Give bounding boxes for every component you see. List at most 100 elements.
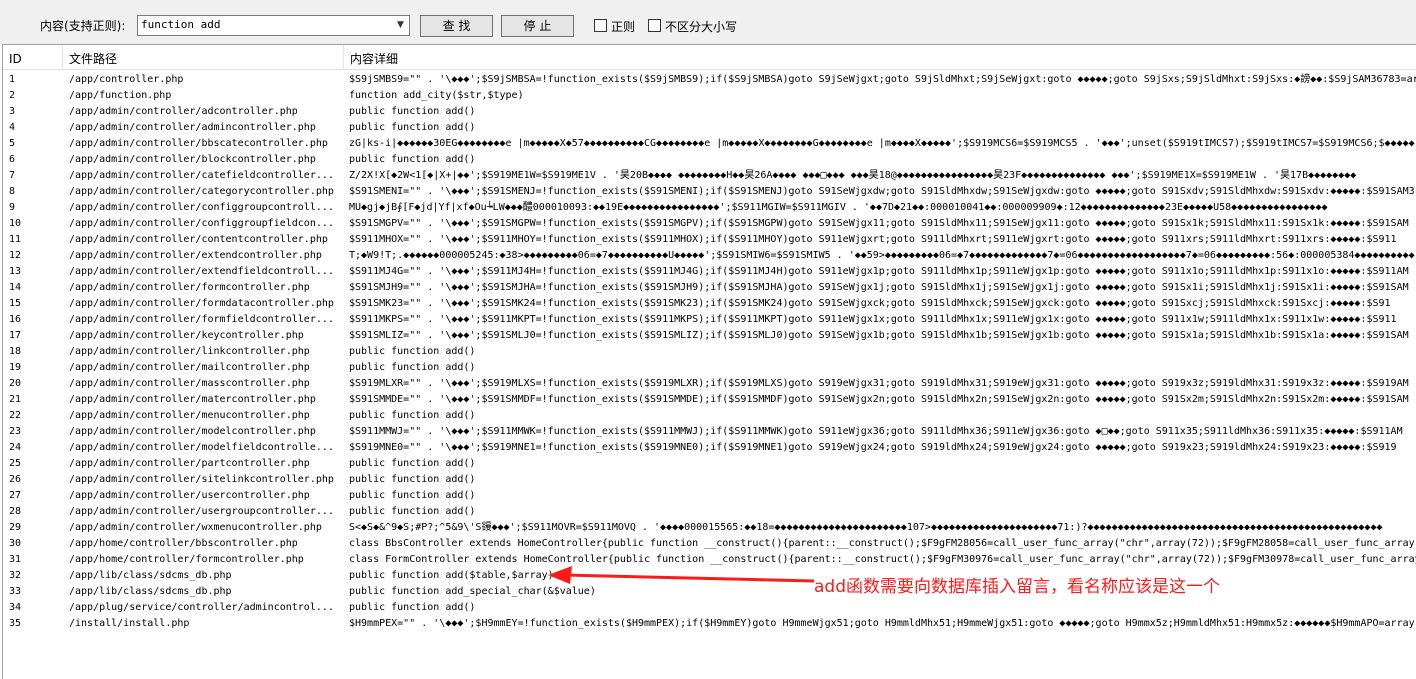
table-row[interactable]: 6/app/admin/controller/blockcontroller.p… [3,152,1416,168]
row-content: $S911MMWJ="" . '\◆◆◆';$S911MMWK=!functio… [349,426,1403,437]
stop-button[interactable]: 停 止 [501,15,574,37]
table-row[interactable]: 30/app/home/controller/bbscontroller.php… [3,536,1416,552]
row-content: public function add() [349,106,476,117]
row-content: public function add() [349,154,476,165]
row-content: $S919MLXR="" . '\◆◆◆';$S919MLXS=!functio… [349,378,1409,389]
table-row[interactable]: 20/app/admin/controller/masscontroller.p… [3,376,1416,392]
table-row[interactable]: 19/app/admin/controller/mailcontroller.p… [3,360,1416,376]
table-row[interactable]: 2/app/function.php function add_city($str… [3,88,1416,104]
row-path: /app/admin/controller/mailcontroller.php [69,362,310,373]
table-row[interactable]: 35/install/install.php $H9mmPEX="" . '\◆◆… [3,616,1416,632]
search-toolbar: 内容(支持正则): function add ▼ 查 找 停 止 正则 不区分大… [0,0,1416,44]
row-path: /app/admin/controller/categorycontroller… [69,186,334,197]
row-id: 35 [9,618,22,629]
table-row[interactable]: 16/app/admin/controller/formfieldcontrol… [3,312,1416,328]
row-path: /app/admin/controller/masscontroller.php [69,378,310,389]
table-row[interactable]: 14/app/admin/controller/formcontroller.p… [3,280,1416,296]
search-label: 内容(支持正则): [40,19,126,33]
row-id: 11 [9,234,22,245]
chevron-down-icon[interactable]: ▼ [392,16,409,35]
row-id: 1 [9,74,16,85]
row-path: /app/admin/controller/modelfieldcontroll… [69,442,334,453]
column-header-content[interactable]: 内容详细 [344,45,1416,70]
row-content: MU◆gj◆jB∮[F◆jd|Yf|xf◆Ou┶LW◆◆◆醴000010093:… [349,202,1328,213]
row-path: /app/controller.php [69,74,184,85]
find-button[interactable]: 查 找 [420,15,493,37]
column-header-path[interactable]: 文件路径 [63,45,344,70]
table-row[interactable]: 9/app/admin/controller/configgroupcontro… [3,200,1416,216]
table-row[interactable]: 26/app/admin/controller/sitelinkcontroll… [3,472,1416,488]
table-row[interactable]: 4/app/admin/controller/admincontroller.p… [3,120,1416,136]
annotation-arrow [548,566,815,584]
search-combobox[interactable]: function add ▼ [137,15,410,36]
row-id: 26 [9,474,22,485]
row-path: /app/admin/controller/admincontroller.ph… [69,122,316,133]
row-id: 20 [9,378,22,389]
row-id: 18 [9,346,22,357]
row-content: class FormController extends HomeControl… [349,554,1416,565]
row-id: 12 [9,250,22,261]
row-content: function add_city($str,$type) [349,90,524,101]
regex-checkbox[interactable] [594,19,607,32]
table-row[interactable]: 22/app/admin/controller/menucontroller.p… [3,408,1416,424]
table-row[interactable]: 5/app/admin/controller/bbscatecontroller… [3,136,1416,152]
row-content: public function add() [349,474,476,485]
row-path: /install/install.php [69,618,190,629]
row-content: $S9jSMBS9="" . '\◆◆◆';$S9jSMBSA=!functio… [349,74,1416,85]
table-row[interactable]: 29/app/admin/controller/wxmenucontroller… [3,520,1416,536]
table-row[interactable]: 17/app/admin/controller/keycontroller.ph… [3,328,1416,344]
row-id: 15 [9,298,22,309]
annotation-text: add函数需要向数据库插入留言，看名称应该是这一个 [814,577,1220,597]
row-content: $S91SMMDE="" . '\◆◆◆';$S91SMMDF=!functio… [349,394,1409,405]
row-path: /app/admin/controller/extendfieldcontrol… [69,266,334,277]
row-content: zG|ks-i|◆◆◆◆◆◆30EG◆◆◆◆◆◆◆◆e |m◆◆◆◆◆X◆57◆… [349,138,1415,149]
ignore-case-checkbox-label[interactable]: 不区分大小写 [665,18,737,35]
row-path: /app/admin/controller/sitelinkcontroller… [69,474,334,485]
row-path: /app/admin/controller/catefieldcontrolle… [69,170,334,181]
row-content: public function add() [349,506,476,517]
row-path: /app/home/controller/bbscontroller.php [69,538,298,549]
row-id: 14 [9,282,22,293]
table-row[interactable]: 24/app/admin/controller/modelfieldcontro… [3,440,1416,456]
row-id: 29 [9,522,22,533]
row-path: /app/plug/service/controller/admincontro… [69,602,334,613]
table-row[interactable]: 13/app/admin/controller/extendfieldcontr… [3,264,1416,280]
row-path: /app/admin/controller/usergroupcontrolle… [69,506,334,517]
table-row[interactable]: 3/app/admin/controller/adcontroller.php p… [3,104,1416,120]
table-row[interactable]: 15/app/admin/controller/formdatacontroll… [3,296,1416,312]
row-path: /app/admin/controller/formfieldcontrolle… [69,314,334,325]
column-header-id[interactable]: ID [3,45,63,70]
table-row[interactable]: 21/app/admin/controller/matercontroller.… [3,392,1416,408]
row-content: public function add() [349,362,476,373]
table-row[interactable]: 18/app/admin/controller/linkcontroller.p… [3,344,1416,360]
row-path: /app/lib/class/sdcms_db.php [69,586,232,597]
row-id: 5 [9,138,16,149]
row-id: 16 [9,314,22,325]
row-id: 6 [9,154,16,165]
table-row[interactable]: 27/app/admin/controller/usercontroller.p… [3,488,1416,504]
row-path: /app/admin/controller/wxmenucontroller.p… [69,522,322,533]
regex-checkbox-label[interactable]: 正则 [611,18,635,35]
table-row[interactable]: 1/app/controller.php $S9jSMBS9="" . '\◆◆◆… [3,72,1416,88]
row-content: public function add() [349,602,476,613]
ignore-case-checkbox[interactable] [648,19,661,32]
row-path: /app/admin/controller/formdatacontroller… [69,298,334,309]
table-row[interactable]: 34/app/plug/service/controller/admincont… [3,600,1416,616]
row-content: $S911MHOX="" . '\◆◆◆';$S911MHOY=!functio… [349,234,1397,245]
row-id: 32 [9,570,22,581]
row-id: 2 [9,90,16,101]
table-row[interactable]: 10/app/admin/controller/configgroupfield… [3,216,1416,232]
row-id: 30 [9,538,22,549]
table-row[interactable]: 28/app/admin/controller/usergroupcontrol… [3,504,1416,520]
table-row[interactable]: 25/app/admin/controller/partcontroller.p… [3,456,1416,472]
row-content: $S919MNE0="" . '\◆◆◆';$S919MNE1=!functio… [349,442,1397,453]
search-input[interactable]: function add [141,18,220,31]
row-id: 7 [9,170,16,181]
table-row[interactable]: 23/app/admin/controller/modelcontroller.… [3,424,1416,440]
table-row[interactable]: 8/app/admin/controller/categorycontrolle… [3,184,1416,200]
row-content: $S911MJ4G="" . '\◆◆◆';$S911MJ4H=!functio… [349,266,1409,277]
table-row[interactable]: 12/app/admin/controller/extendcontroller… [3,248,1416,264]
table-row[interactable]: 11/app/admin/controller/contentcontrolle… [3,232,1416,248]
row-path: /app/admin/controller/menucontroller.php [69,410,310,421]
table-row[interactable]: 7/app/admin/controller/catefieldcontroll… [3,168,1416,184]
